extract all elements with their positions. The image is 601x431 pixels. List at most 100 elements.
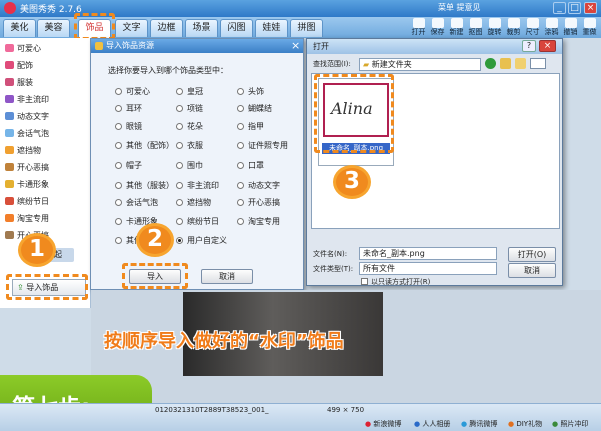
sidebar-item-prank[interactable]: 开心恶搞	[5, 160, 89, 175]
sidebar-item-animated-text[interactable]: 动态文字	[5, 109, 89, 124]
diy-gift[interactable]: ● DIY礼物	[508, 419, 542, 429]
tab-beauty[interactable]: 美容	[37, 19, 70, 37]
open-file-dialog: 打开 ? × 查找范围(I): ▰ 新建文件夹 Alina 未命名_副本.png…	[306, 38, 563, 286]
step-highlight-import	[6, 274, 88, 300]
tab-frame[interactable]: 边框	[150, 19, 183, 37]
prank-icon	[5, 163, 14, 171]
top-menu[interactable]: 菜单 提意见	[438, 2, 481, 13]
toolbar-rotate[interactable]: 旋转	[486, 18, 503, 37]
toolbar-redo[interactable]: 重做	[581, 18, 598, 37]
open-dialog-close-button[interactable]: ×	[539, 40, 556, 52]
step-highlight-tab	[74, 13, 115, 40]
share-weibo[interactable]: ● 新浪微博	[365, 419, 401, 429]
cancel-button[interactable]: 取消	[201, 269, 253, 284]
lookin-select[interactable]: ▰ 新建文件夹	[359, 58, 481, 71]
toolbar-new[interactable]: 新建	[448, 18, 465, 37]
import-dialog-prompt: 选择你要导入到哪个饰品类型中：	[108, 66, 228, 75]
rotate-icon	[488, 18, 501, 28]
print-icon: ●	[552, 420, 559, 428]
maximize-button[interactable]: □	[568, 2, 581, 14]
readonly-checkbox[interactable]: 以只读方式打开(R)	[361, 277, 430, 287]
holiday-icon	[5, 197, 14, 205]
file-cancel-button[interactable]: 取消	[508, 263, 556, 278]
step-highlight-file	[314, 74, 394, 153]
new-folder-icon[interactable]	[515, 58, 526, 69]
undo-icon	[564, 18, 577, 28]
weibo-icon: ●	[365, 420, 372, 428]
filetype-select[interactable]: 所有文件	[359, 262, 497, 275]
filetype-label: 文件类型(T):	[313, 265, 354, 273]
open-dialog-title: 打开	[313, 42, 329, 51]
tab-text[interactable]: 文字	[115, 19, 148, 37]
status-filename: 0120321310T2889T38523_001_	[155, 406, 269, 414]
status-image-size: 499 × 750	[327, 406, 365, 414]
accessory-icon	[5, 61, 14, 69]
bubble-icon	[5, 129, 14, 137]
checkbox-box	[361, 278, 368, 285]
size-icon	[526, 18, 539, 28]
toolbar-cutout[interactable]: 抠图	[467, 18, 484, 37]
step-highlight-import-btn	[122, 263, 188, 289]
tab-bar: 美化 美容 饰品 文字 边框 场景 闪图 娃娃 拼图 打开 保存 新建 抠图 旋…	[0, 13, 601, 40]
stamp-icon	[5, 95, 14, 103]
text-icon	[5, 112, 14, 120]
app-logo-icon	[4, 2, 16, 14]
import-dialog-header: 导入饰品资源 ×	[91, 39, 303, 53]
minimize-button[interactable]: _	[553, 2, 566, 14]
mask-icon	[5, 146, 14, 154]
app-title: 美图秀秀 2.7.6	[20, 5, 82, 15]
import-dialog: 导入饰品资源 × 选择你要导入到哪个饰品类型中： 可爱心 皇冠 头饰 耳环 项链…	[90, 38, 304, 290]
toolbar-open[interactable]: 打开	[410, 18, 427, 37]
toolbar-save[interactable]: 保存	[429, 18, 446, 37]
caption-text: 按顺序导入做好的“水印”饰品	[104, 331, 344, 352]
sidebar-item-nonmainstream[interactable]: 非主流印	[5, 92, 89, 107]
sidebar-item-mask[interactable]: 遮挡物	[5, 143, 89, 158]
renren-icon: ●	[414, 420, 421, 428]
toolbar-size[interactable]: 尺寸	[524, 18, 541, 37]
folder-icon: ▰	[363, 60, 370, 69]
sidebar-item-cute-heart[interactable]: 可爱心	[5, 41, 89, 56]
sidebar-item-holiday[interactable]: 缤纷节日	[5, 194, 89, 209]
open-button[interactable]: 打开(O)	[508, 247, 556, 262]
tab-doll[interactable]: 娃娃	[255, 19, 288, 37]
tab-beautify[interactable]: 美化	[3, 19, 36, 37]
prank-icon	[5, 231, 14, 239]
back-icon[interactable]	[485, 58, 496, 69]
view-menu-icon[interactable]	[530, 58, 546, 69]
sidebar-item-speech-bubble[interactable]: 会话气泡	[5, 126, 89, 141]
filename-label: 文件名(N):	[313, 250, 348, 258]
save-icon	[431, 18, 444, 28]
crop-icon	[507, 18, 520, 28]
close-button[interactable]: ×	[584, 2, 597, 14]
lookin-label: 查找范围(I):	[313, 60, 351, 68]
doodle-icon	[545, 18, 558, 28]
tab-flash[interactable]: 闪图	[220, 19, 253, 37]
tencent-icon: ●	[461, 420, 468, 428]
help-button[interactable]: ?	[522, 40, 536, 52]
clothing-icon	[5, 78, 14, 86]
status-bar: 0120321310T2889T38523_001_ 499 × 750 ● 新…	[0, 403, 601, 431]
sidebar-item-taobao[interactable]: 淘宝专用	[5, 211, 89, 226]
sidebar-item-cartoon[interactable]: 卡通形象	[5, 177, 89, 192]
share-renren[interactable]: ● 人人相册	[414, 419, 450, 429]
step-badge-1: 1	[18, 233, 56, 267]
cutout-icon	[469, 18, 482, 28]
tab-scene[interactable]: 场景	[185, 19, 218, 37]
toolbar-crop[interactable]: 裁剪	[505, 18, 522, 37]
sidebar-item-accessory[interactable]: 配饰	[5, 58, 89, 73]
photo-print[interactable]: ● 照片冲印	[552, 419, 588, 429]
toolbar-doodle[interactable]: 涂鸦	[543, 18, 560, 37]
import-dialog-close-button[interactable]: ×	[291, 39, 300, 52]
filename-input[interactable]: 未命名_副本.png	[359, 247, 497, 260]
redo-icon	[583, 18, 596, 28]
toolbar-undo[interactable]: 撤销	[562, 18, 579, 37]
taobao-icon	[5, 214, 14, 222]
new-icon	[450, 18, 463, 28]
step-badge-3: 3	[333, 165, 371, 199]
dialog-app-icon	[95, 42, 103, 50]
up-folder-icon[interactable]	[500, 58, 511, 69]
option-user-defined[interactable]: 用户自定义	[176, 235, 271, 247]
sidebar-item-clothing[interactable]: 服装	[5, 75, 89, 90]
tab-collage[interactable]: 拼图	[290, 19, 323, 37]
share-tencent[interactable]: ● 腾讯微博	[461, 419, 497, 429]
